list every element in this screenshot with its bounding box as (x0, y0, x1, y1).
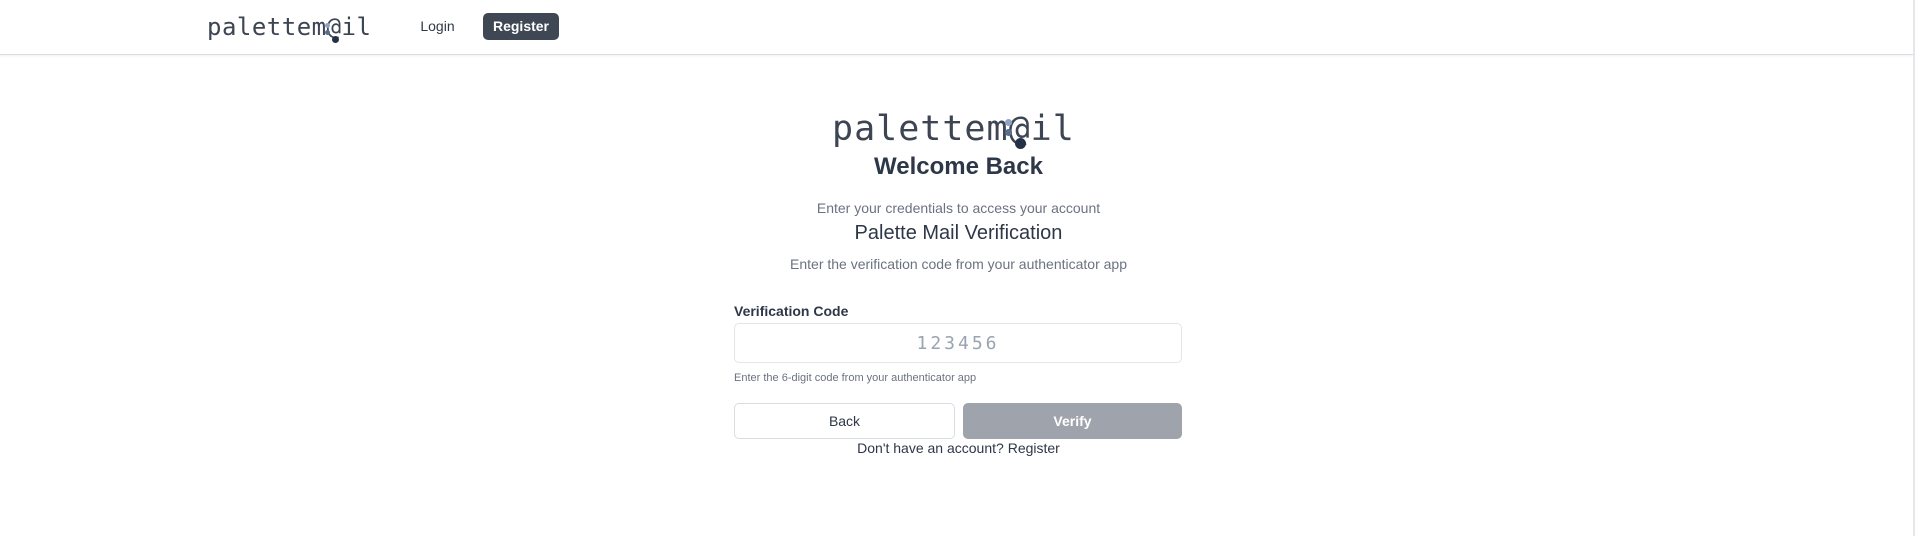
nav-logo[interactable]: palettem@ il (207, 11, 371, 43)
verification-code-input[interactable] (734, 323, 1182, 363)
register-link[interactable]: Register (1008, 440, 1060, 456)
back-button[interactable]: Back (734, 403, 955, 439)
logo-dot-icon (1004, 129, 1012, 136)
logo-dot-icon (1014, 138, 1026, 149)
page-subtitle: Enter your credentials to access your ac… (816, 200, 1101, 216)
logo-text-suffix: il (1030, 109, 1075, 149)
page-title: Welcome Back (874, 153, 1043, 180)
logo-text-prefix: palettem (207, 13, 327, 41)
register-prompt-text: Don't have an account? (857, 440, 1004, 456)
verify-button[interactable]: Verify (963, 403, 1182, 439)
logo-dot-icon (331, 36, 339, 43)
verification-code-hint: Enter the 6-digit code from your authent… (734, 372, 977, 384)
logo-dot-icon (1004, 119, 1012, 126)
verification-code-label: Verification Code (734, 303, 849, 319)
verification-title: Palette Mail Verification (854, 222, 1063, 244)
logo-dot-icon (324, 30, 330, 35)
logo-at-mark: @ (324, 11, 342, 43)
logo-at-mark: @ (1004, 105, 1031, 153)
top-navbar: palettem@ il Login Register (0, 0, 1913, 55)
register-prompt: Don't have an account? Register (0, 440, 1917, 456)
main-logo: palettem@ il (832, 105, 1075, 153)
logo-dot-icon (324, 23, 330, 28)
logo-text-suffix: il (341, 13, 372, 41)
nav-login-link[interactable]: Login (410, 13, 465, 39)
nav-register-button[interactable]: Register (483, 13, 559, 40)
logo-text-prefix: palettem (832, 109, 1009, 149)
verification-subtitle: Enter the verification code from your au… (790, 256, 1127, 272)
